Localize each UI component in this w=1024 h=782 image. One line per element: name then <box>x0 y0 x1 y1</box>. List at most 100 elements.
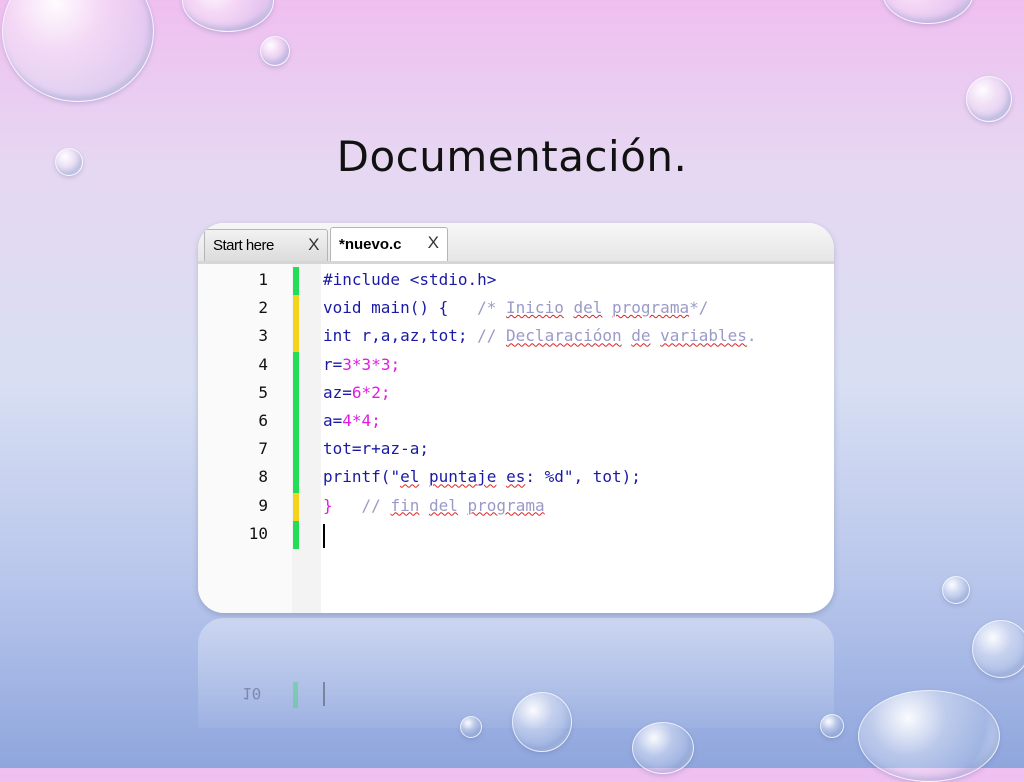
operator: ; <box>390 354 401 374</box>
comment-word: Declaracióon <box>506 326 622 346</box>
number-literal: 4 <box>342 410 352 430</box>
code-text <box>323 523 325 548</box>
editor-reflection: 10 <box>198 618 834 728</box>
string-space <box>419 467 429 486</box>
operator: * <box>351 354 362 374</box>
change-marker-modified <box>293 492 299 521</box>
comment-token: /* <box>448 298 507 318</box>
string-literal: " <box>390 467 401 487</box>
comment-word: programa <box>612 298 690 318</box>
line-number: 4 <box>258 354 268 374</box>
comment-word: programa <box>467 495 545 515</box>
code-line: 10 <box>198 520 834 549</box>
reflected-line-number: 10 <box>242 684 262 703</box>
code-text: r=3*3*3; <box>323 355 400 374</box>
change-marker-modified <box>293 295 299 324</box>
change-marker-saved <box>293 520 299 549</box>
change-marker-saved <box>293 379 299 408</box>
number-literal: 3 <box>361 354 372 374</box>
line-number: 3 <box>258 326 268 346</box>
comment-token: // <box>332 495 391 515</box>
code-line: 5 az=6*2; <box>198 379 834 408</box>
code-line: 2 void main() { /* Inicio del programa*/ <box>198 295 834 324</box>
code-line: 3 int r,a,az,tot; // Declaracióon de var… <box>198 323 834 352</box>
close-icon[interactable]: X <box>308 235 319 255</box>
keyword: void <box>323 298 362 318</box>
editor-tab-bar: Start here X *nuevo.c X <box>198 223 834 264</box>
water-drop-decoration <box>972 620 1024 678</box>
comment-word: Inicio <box>506 298 564 318</box>
code-token: , tot); <box>573 467 641 487</box>
water-drop-decoration <box>858 690 1000 782</box>
number-literal: 2 <box>371 382 381 402</box>
water-drop-decoration <box>182 0 274 32</box>
code-token: r,a,az,tot; <box>351 326 468 346</box>
water-drop-decoration <box>942 576 970 604</box>
line-number: 9 <box>258 495 268 515</box>
code-editor-window: Start here X *nuevo.c X 1 #include <stdi… <box>198 223 834 613</box>
change-marker-saved <box>293 464 299 493</box>
comment-token: . <box>746 326 757 346</box>
change-marker-saved <box>293 267 299 296</box>
string-word: el <box>400 467 420 487</box>
comment-space <box>622 326 632 345</box>
line-number: 10 <box>248 523 268 543</box>
comment-token: // <box>467 326 507 346</box>
water-drop-decoration <box>260 36 290 66</box>
comment-word: de <box>631 326 651 346</box>
code-line: 9 } // fin del programa <box>198 492 834 521</box>
number-literal: 3 <box>342 354 352 374</box>
code-line: 4 r=3*3*3; <box>198 351 834 380</box>
tab-start-here[interactable]: Start here X <box>204 229 328 261</box>
change-marker-saved <box>293 407 299 437</box>
comment-word: del <box>428 495 458 515</box>
code-text: az=6*2; <box>323 383 390 402</box>
number-literal: 6 <box>351 382 362 402</box>
line-number: 5 <box>258 382 268 402</box>
comment-space <box>602 298 612 317</box>
function-call: printf( <box>323 467 391 487</box>
string-word: puntaje <box>428 467 497 487</box>
operator: ; <box>371 410 381 430</box>
code-text: tot=r+az-a; <box>323 439 429 459</box>
preprocessor-directive: #include <box>323 270 401 289</box>
line-number: 8 <box>258 467 268 487</box>
code-token: r= <box>323 354 343 374</box>
reflected-text-cursor <box>323 682 325 706</box>
tab-label: Start here <box>213 237 274 254</box>
water-drop-decoration <box>2 0 154 102</box>
code-text: #include <stdio.h> <box>323 270 496 289</box>
reflected-change-marker <box>293 682 298 708</box>
comment-word: fin <box>390 495 420 515</box>
slide-title: Documentación. <box>336 132 688 181</box>
text-cursor <box>323 523 325 548</box>
keyword: int <box>323 326 352 346</box>
comment-space <box>651 326 661 345</box>
code-line: 7 tot=r+az-a; <box>198 436 834 465</box>
code-token: main() { <box>361 298 449 318</box>
number-literal: 4 <box>361 410 372 430</box>
operator: ; <box>380 382 391 402</box>
operator: * <box>361 382 372 402</box>
close-icon[interactable]: X <box>428 233 439 253</box>
tab-nuevo-c[interactable]: *nuevo.c X <box>330 227 448 261</box>
comment-word: variables <box>660 326 747 346</box>
closing-brace: } <box>323 495 333 515</box>
line-number: 1 <box>258 270 268 289</box>
string-literal: : %d" <box>525 467 574 487</box>
code-text-area[interactable]: 1 #include <stdio.h> 2 void main() { /* … <box>198 267 834 549</box>
code-text: } // fin del programa <box>323 496 545 515</box>
water-drop-decoration <box>632 722 694 774</box>
string-word: es <box>506 467 526 487</box>
comment-space <box>419 496 429 515</box>
include-header: <stdio.h> <box>400 270 497 289</box>
tab-label: *nuevo.c <box>339 236 402 253</box>
change-marker-modified <box>293 323 299 352</box>
change-marker-saved <box>293 436 299 465</box>
comment-token: */ <box>689 298 709 318</box>
line-number: 2 <box>258 298 268 318</box>
operator: * <box>351 410 362 430</box>
comment-word: del <box>573 298 603 318</box>
code-text: void main() { /* Inicio del programa*/ <box>323 298 708 317</box>
code-text: a=4*4; <box>323 411 381 430</box>
